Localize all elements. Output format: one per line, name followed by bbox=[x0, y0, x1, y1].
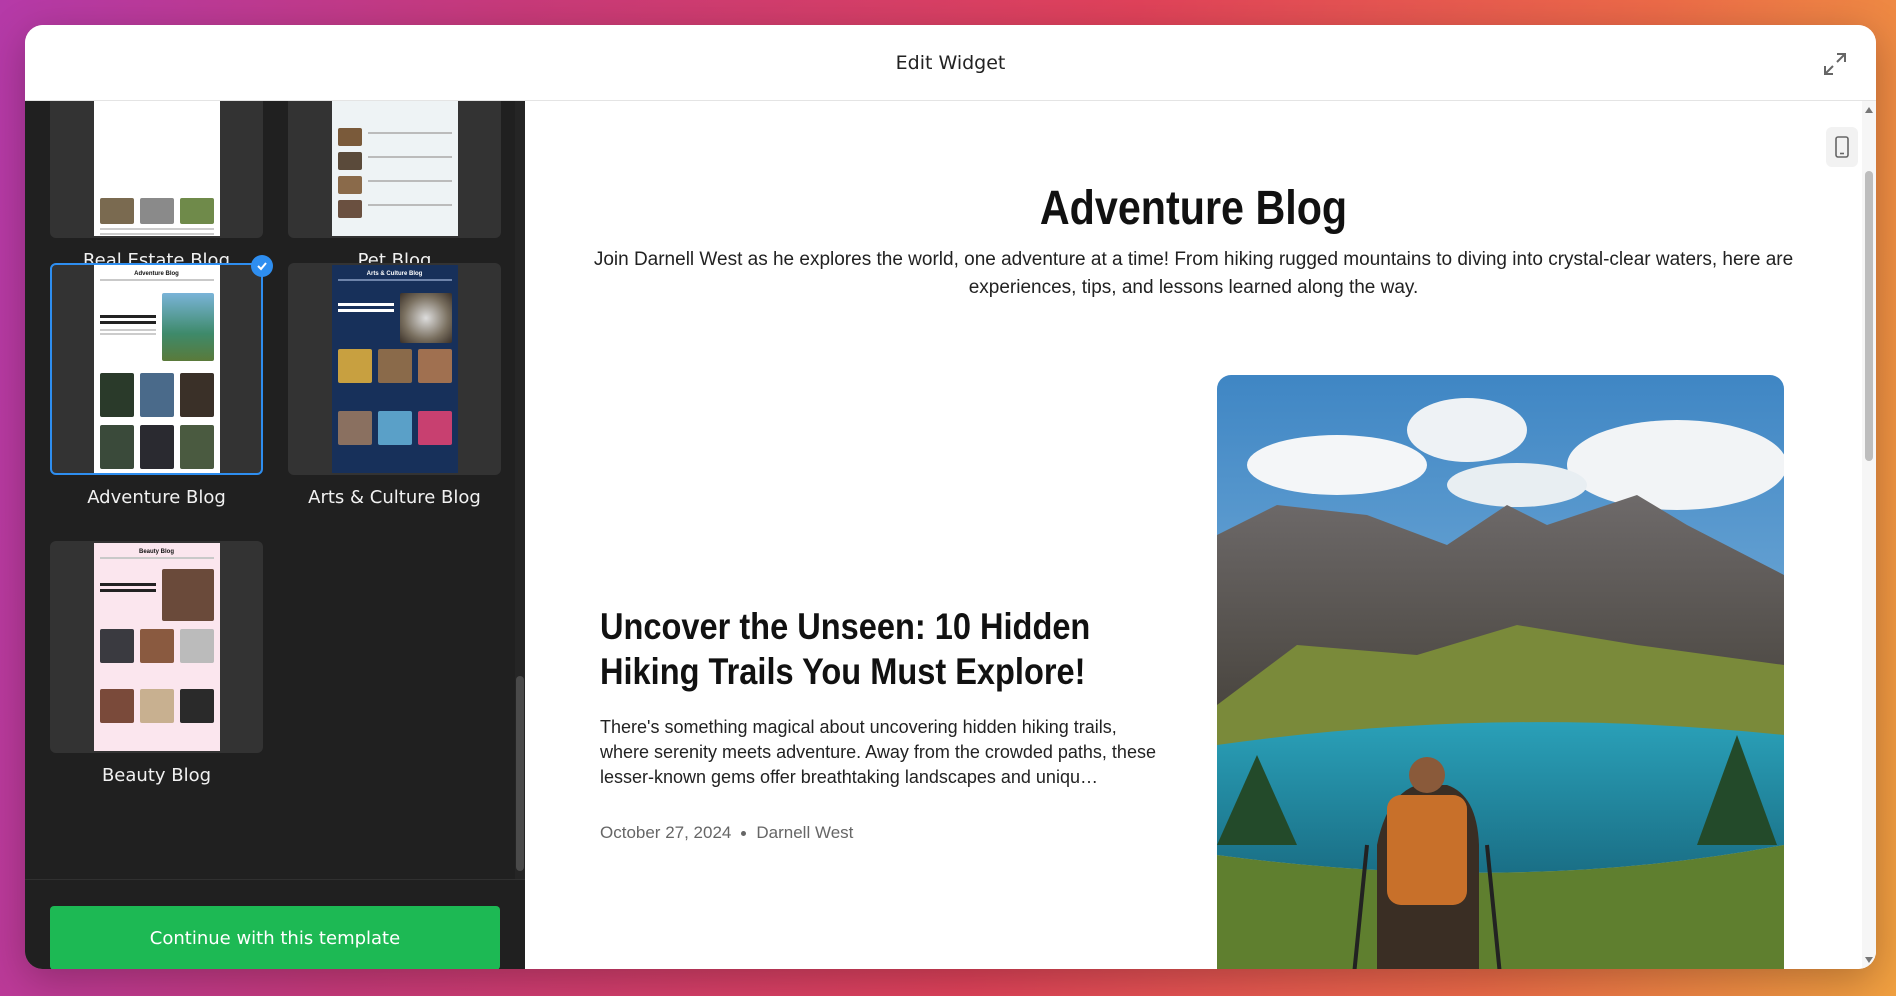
template-label: Arts & Culture Blog bbox=[308, 487, 481, 508]
template-card: Arts & Culture Blog bbox=[288, 263, 501, 475]
selected-check-badge bbox=[251, 255, 273, 277]
continue-button[interactable]: Continue with this template bbox=[50, 906, 500, 969]
template-thumbnail: Arts & Culture Blog bbox=[331, 265, 458, 473]
template-sidebar: Real Estate Blog Pet Blog Adventure Blog… bbox=[25, 101, 525, 969]
template-thumbnail: Beauty Blog bbox=[93, 543, 220, 751]
modal-header: Edit Widget bbox=[25, 25, 1876, 101]
template-thumbnail bbox=[93, 101, 220, 236]
blog-title: Adventure Blog bbox=[1039, 182, 1348, 235]
widget-preview: Adventure Blog Join Darnell West as he e… bbox=[525, 101, 1876, 969]
check-icon bbox=[257, 262, 267, 271]
template-card: Beauty Blog bbox=[50, 541, 263, 753]
template-card bbox=[50, 101, 263, 238]
expand-icon bbox=[1824, 53, 1846, 75]
sidebar-scrollbar[interactable] bbox=[515, 101, 525, 879]
edit-widget-modal: Edit Widget Real Estate Blog Pet Blog Ad… bbox=[25, 25, 1876, 969]
blog-description: Join Darnell West as he explores the wor… bbox=[593, 249, 1794, 298]
template-beauty-blog[interactable]: Beauty Blog Beauty Blog bbox=[50, 541, 263, 786]
template-arts-culture-blog[interactable]: Arts & Culture Blog Arts & Culture Blog bbox=[288, 263, 501, 508]
thumbnail-title: Adventure Blog bbox=[134, 271, 179, 277]
modal-title: Edit Widget bbox=[895, 51, 1006, 74]
thumbnail-title: Arts & Culture Blog bbox=[366, 271, 423, 277]
meta-separator bbox=[741, 830, 747, 836]
template-list[interactable]: Real Estate Blog Pet Blog Adventure Blog… bbox=[25, 101, 525, 879]
template-label: Beauty Blog bbox=[101, 765, 212, 786]
template-thumbnail: Adventure Blog bbox=[93, 265, 220, 473]
mobile-preview-button[interactable] bbox=[1826, 127, 1858, 167]
mountain-lake-hiker-image bbox=[1217, 375, 1784, 969]
preview-scroll-thumb[interactable] bbox=[1865, 171, 1873, 461]
post-hero-image[interactable] bbox=[1217, 375, 1784, 969]
post-author: Darnell West bbox=[756, 823, 854, 842]
scroll-up-arrow[interactable] bbox=[1865, 107, 1873, 113]
template-label: Adventure Blog bbox=[87, 487, 226, 508]
post-meta: October 27, 2024 Darnell West bbox=[600, 823, 853, 843]
template-card bbox=[288, 101, 501, 238]
post-excerpt: There's something magical about uncoveri… bbox=[600, 717, 1156, 787]
post-date: October 27, 2024 bbox=[600, 823, 732, 842]
preview-scrollbar[interactable] bbox=[1862, 101, 1876, 969]
template-thumbnail bbox=[331, 101, 458, 236]
thumbnail-title: Beauty Blog bbox=[138, 549, 174, 555]
mobile-device-icon bbox=[1835, 136, 1849, 158]
template-adventure-blog[interactable]: Adventure Blog Adventure Blog bbox=[50, 255, 273, 508]
sidebar-footer: Continue with this template bbox=[25, 879, 525, 969]
scroll-down-arrow[interactable] bbox=[1865, 957, 1873, 963]
template-real-estate-blog[interactable]: Real Estate Blog bbox=[50, 101, 263, 271]
template-card: Adventure Blog bbox=[50, 263, 263, 475]
expand-button[interactable] bbox=[1820, 49, 1850, 79]
post-title[interactable]: Uncover the Unseen: 10 Hidden Hiking Tra… bbox=[600, 604, 1093, 694]
template-pet-blog[interactable]: Pet Blog bbox=[288, 101, 501, 271]
sidebar-scroll-thumb[interactable] bbox=[516, 676, 524, 871]
